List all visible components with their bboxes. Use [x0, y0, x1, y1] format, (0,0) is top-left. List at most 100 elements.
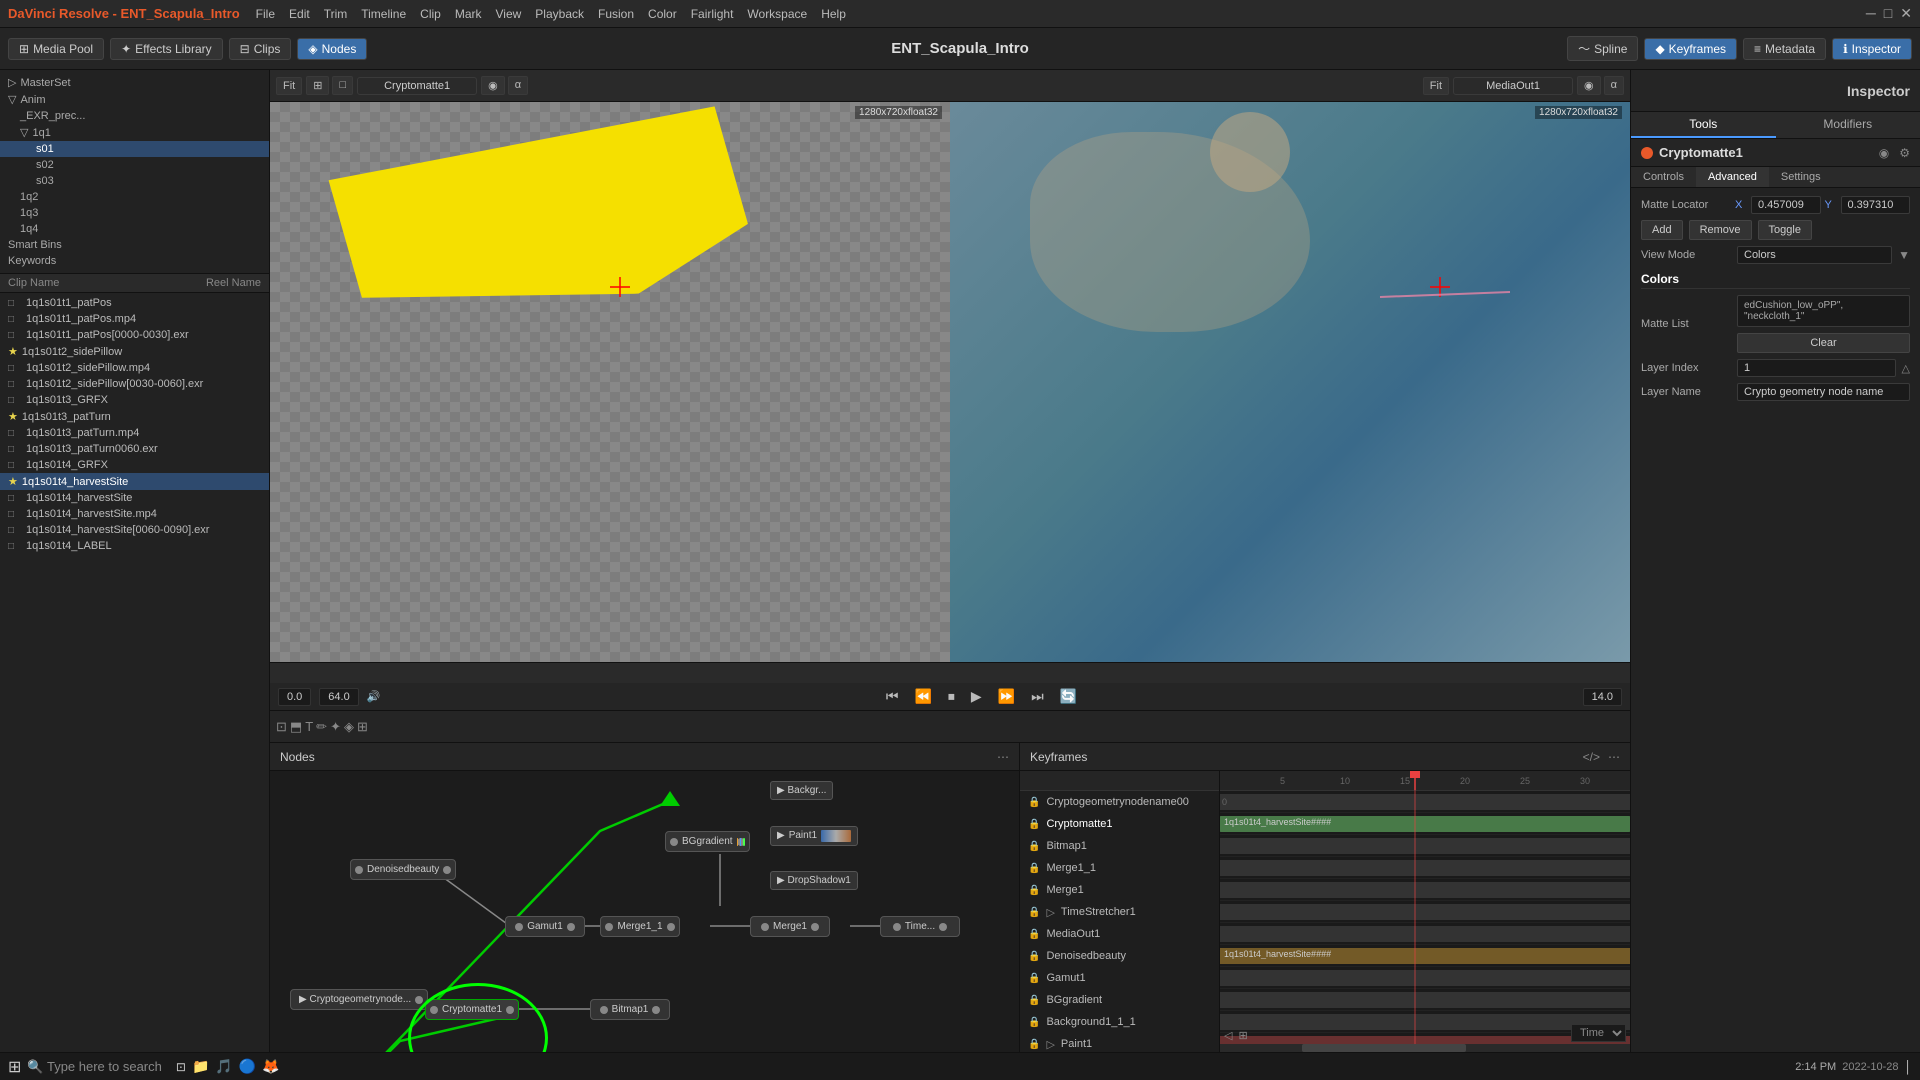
tree-anim[interactable]: ▽ Anim: [0, 91, 269, 108]
tree-s02[interactable]: s02: [0, 157, 269, 173]
kf-timeline[interactable]: 5 10 15 20 25 30: [1220, 771, 1630, 1052]
pen-tool-btn[interactable]: ✏: [316, 719, 327, 735]
menu-color[interactable]: Color: [648, 7, 677, 21]
goto-start-btn[interactable]: ⏮: [882, 686, 903, 707]
kf-navigate-btn[interactable]: ◁: [1224, 1029, 1232, 1042]
node-time[interactable]: Time...: [880, 916, 960, 937]
metadata-btn[interactable]: ≡ Metadata: [1743, 38, 1826, 60]
list-item[interactable]: □ 1q1s01t1_patPos[0000-0030].exr: [0, 327, 269, 343]
menu-fusion[interactable]: Fusion: [598, 7, 634, 21]
spline-btn[interactable]: 〜 Spline: [1567, 36, 1638, 61]
media-pool-toggle[interactable]: ⊞ Media Pool: [8, 38, 104, 60]
viewer-right[interactable]: 1280x720xfloat32: [950, 102, 1630, 662]
inspector-btn[interactable]: ℹ Inspector: [1832, 38, 1912, 60]
kf-item[interactable]: 🔒 Background1_1_1: [1020, 1011, 1219, 1033]
menu-playback[interactable]: Playback: [535, 7, 584, 21]
kf-item[interactable]: 🔒 Merge1: [1020, 879, 1219, 901]
kf-item[interactable]: 🔒 Cryptogeometrynodename00: [1020, 791, 1219, 813]
step-back-btn[interactable]: ⏪: [910, 686, 935, 707]
menu-edit[interactable]: Edit: [289, 7, 310, 21]
view-mode-dropdown[interactable]: Colors: [1737, 246, 1892, 264]
node-settings-icon[interactable]: ⚙: [1899, 146, 1910, 160]
viewer-alpha-btn[interactable]: α: [508, 76, 528, 95]
nodes-menu-btn[interactable]: ⋯: [997, 750, 1009, 764]
node-paint1[interactable]: ▶ Paint1: [770, 826, 858, 846]
node-merge1[interactable]: Merge1: [750, 916, 830, 937]
tab-tools[interactable]: Tools: [1631, 112, 1776, 138]
list-item[interactable]: □ 1q1s01t4_harvestSite: [0, 490, 269, 506]
node-enable-btn[interactable]: ◉: [1879, 146, 1889, 160]
paint-tool-btn[interactable]: ⬒: [290, 719, 302, 735]
kf-item[interactable]: 🔒 Bitmap1: [1020, 835, 1219, 857]
node-cryptomatte1[interactable]: Cryptomatte1: [425, 999, 519, 1020]
list-item[interactable]: ★ 1q1s01t4_harvestSite: [0, 473, 269, 490]
menu-file[interactable]: File: [256, 7, 275, 21]
tree-q2[interactable]: 1q2: [0, 189, 269, 205]
menu-workspace[interactable]: Workspace: [747, 7, 807, 21]
node-merge1-1[interactable]: Merge1_1: [600, 916, 680, 937]
subtab-settings[interactable]: Settings: [1769, 167, 1833, 187]
menu-help[interactable]: Help: [821, 7, 846, 21]
node-gamut1[interactable]: Gamut1: [505, 916, 585, 937]
tree-q3[interactable]: 1q3: [0, 205, 269, 221]
file-explorer-icon[interactable]: 📁: [192, 1058, 209, 1075]
subtab-advanced[interactable]: Advanced: [1696, 167, 1769, 187]
tree-masterset[interactable]: ▷ MasterSet: [0, 74, 269, 91]
subtab-controls[interactable]: Controls: [1631, 167, 1696, 187]
tree-exr[interactable]: _EXR_prec...: [0, 108, 269, 124]
kf-time-select[interactable]: Time: [1571, 1024, 1626, 1042]
kf-item[interactable]: 🔒 MediaOut1: [1020, 923, 1219, 945]
current-time-display[interactable]: 0.0: [278, 688, 311, 706]
list-item[interactable]: □ 1q1s01t3_patTurn.mp4: [0, 425, 269, 441]
kf-grid-btn[interactable]: ⊞: [1238, 1029, 1247, 1042]
taskview-btn[interactable]: ⊡: [176, 1060, 186, 1074]
node-cryptogeometry[interactable]: ▶ Cryptogeometrynode...: [290, 989, 428, 1010]
tree-q1[interactable]: ▽ 1q1: [0, 124, 269, 141]
viewer-r-alpha-btn[interactable]: α: [1604, 76, 1624, 95]
tree-s03[interactable]: s03: [0, 173, 269, 189]
kf-item[interactable]: 🔒 ▷ Paint1: [1020, 1033, 1219, 1052]
end-time-display[interactable]: 64.0: [319, 688, 358, 706]
kf-item[interactable]: 🔒 Denoisedbeauty: [1020, 945, 1219, 967]
viewer-r-color-btn[interactable]: ◉: [1577, 76, 1601, 95]
tree-s01[interactable]: s01: [0, 141, 269, 157]
viewer-right-label[interactable]: MediaOut1: [1453, 77, 1573, 95]
tab-modifiers[interactable]: Modifiers: [1776, 112, 1920, 138]
select-tool-btn[interactable]: ⊡: [276, 719, 287, 735]
keyframes-btn[interactable]: ◆ Keyframes: [1644, 38, 1737, 60]
node-canvas[interactable]: Denoisedbeauty Gamut1 Merge1_1: [270, 771, 1019, 1052]
app-icon-1[interactable]: 🎵: [215, 1058, 232, 1075]
kf-menu-btn[interactable]: ⋯: [1608, 750, 1620, 764]
minimize-icon[interactable]: ─: [1866, 5, 1876, 22]
step-forward-btn[interactable]: ⏩: [994, 686, 1019, 707]
fit-left-btn[interactable]: Fit: [276, 77, 302, 95]
kf-item[interactable]: 🔒 Gamut1: [1020, 967, 1219, 989]
list-item[interactable]: □ 1q1s01t4_harvestSite.mp4: [0, 506, 269, 522]
tree-q4[interactable]: 1q4: [0, 221, 269, 237]
nodes-toggle[interactable]: ◈ Nodes: [297, 38, 367, 60]
list-item[interactable]: □ 1q1s01t4_harvestSite[0060-0090].exr: [0, 522, 269, 538]
menu-view[interactable]: View: [496, 7, 522, 21]
toggle-btn[interactable]: Toggle: [1758, 220, 1812, 240]
fit-right-btn[interactable]: Fit: [1423, 77, 1449, 95]
windows-start-btn[interactable]: ⊞: [8, 1057, 21, 1077]
show-desktop-btn[interactable]: │: [1905, 1060, 1913, 1074]
app-icon-2[interactable]: 🔵: [239, 1058, 256, 1075]
effects-library-toggle[interactable]: ✦ Effects Library: [110, 38, 223, 60]
kf-item[interactable]: 🔒 Merge1_1: [1020, 857, 1219, 879]
list-item[interactable]: □ 1q1s01t2_sidePillow[0030-0060].exr: [0, 376, 269, 392]
node-bitmap1[interactable]: Bitmap1: [590, 999, 670, 1020]
viewer-left-label[interactable]: Cryptomatte1: [357, 77, 477, 95]
add-btn[interactable]: Add: [1641, 220, 1683, 240]
close-icon[interactable]: ✕: [1900, 5, 1912, 22]
play-btn[interactable]: ▶: [967, 686, 986, 707]
matte-y-input[interactable]: 0.397310: [1841, 196, 1911, 214]
search-box[interactable]: 🔍 Type here to search: [27, 1059, 161, 1075]
list-item[interactable]: □ 1q1s01t2_sidePillow.mp4: [0, 360, 269, 376]
list-item[interactable]: □ 1q1s01t1_patPos: [0, 295, 269, 311]
transform-tool-btn[interactable]: ✦: [330, 719, 341, 735]
list-item[interactable]: ★ 1q1s01t3_patTurn: [0, 408, 269, 425]
list-item[interactable]: □ 1q1s01t1_patPos.mp4: [0, 311, 269, 327]
list-item[interactable]: □ 1q1s01t4_GRFX: [0, 457, 269, 473]
stop-btn[interactable]: ⏹: [944, 686, 959, 707]
